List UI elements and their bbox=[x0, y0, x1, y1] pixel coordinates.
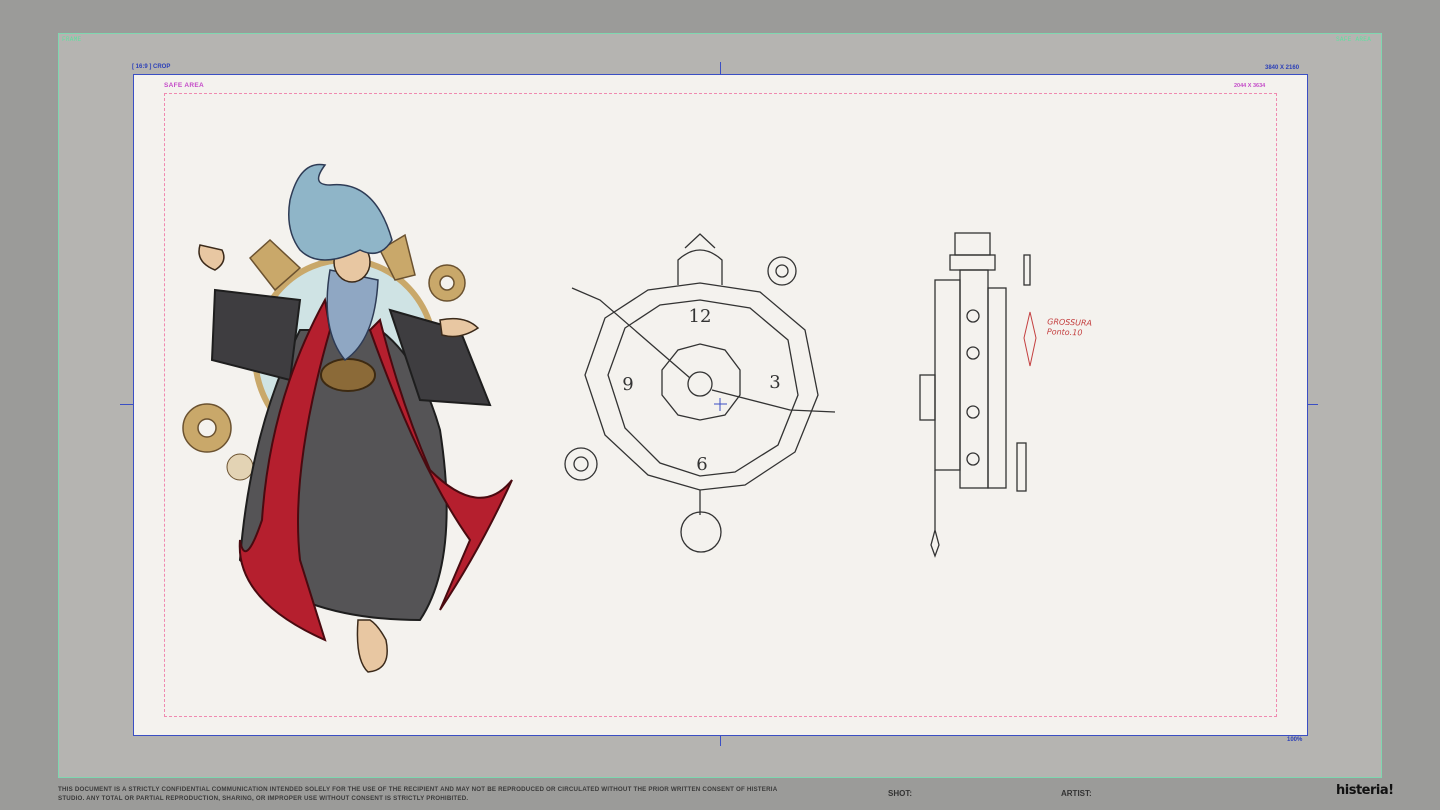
note-marker bbox=[1023, 311, 1037, 367]
clock-side-view bbox=[919, 232, 1031, 558]
svg-text:9: 9 bbox=[622, 374, 633, 395]
concept-artwork: 12 3 6 9 bbox=[182, 163, 1037, 673]
artist-note: GROSSURA Ponto.10 bbox=[1047, 317, 1092, 339]
svg-text:3: 3 bbox=[769, 372, 780, 393]
gear-left bbox=[182, 403, 232, 453]
svg-text:12: 12 bbox=[689, 306, 712, 327]
gear-right bbox=[428, 264, 466, 302]
svg-text:6: 6 bbox=[696, 454, 707, 475]
note-line-2: Ponto.10 bbox=[1046, 327, 1083, 338]
artist-label: ARTIST: bbox=[1061, 789, 1092, 798]
wizard-character bbox=[182, 163, 513, 673]
shot-label: SHOT: bbox=[888, 789, 912, 798]
clock-front-view: 12 3 6 9 bbox=[564, 233, 836, 553]
center-crosshair bbox=[714, 398, 727, 411]
histeria-logo: histeria! bbox=[1336, 783, 1394, 798]
confidentiality-disclaimer: THIS DOCUMENT IS A STRICTLY CONFIDENTIAL… bbox=[58, 786, 778, 802]
